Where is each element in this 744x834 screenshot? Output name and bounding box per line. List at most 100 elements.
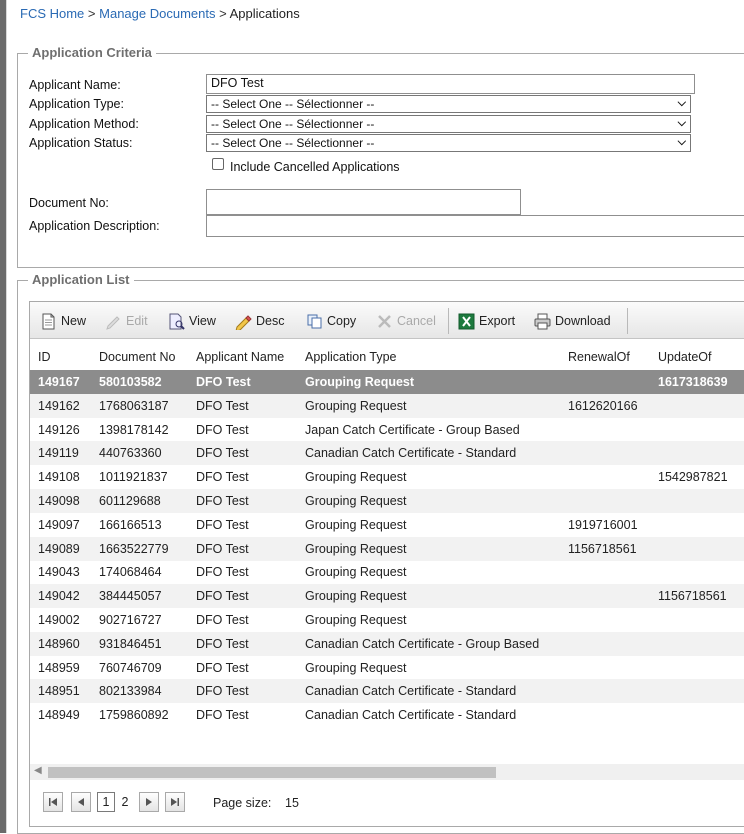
- cell-document-no: 931846451: [99, 636, 162, 651]
- cell-applicant-name: DFO Test: [196, 541, 249, 556]
- cell-applicant-name: DFO Test: [196, 446, 249, 461]
- cell-id: 149089: [38, 541, 80, 556]
- copy-icon: [306, 313, 323, 330]
- table-row[interactable]: 149002 902716727 DFO Test Grouping Request: [30, 608, 744, 632]
- cell-applicant-name: DFO Test: [196, 422, 249, 437]
- cell-application-type: Grouping Request: [305, 541, 407, 556]
- cell-id: 149097: [38, 517, 80, 532]
- cell-document-no: 166166513: [99, 517, 162, 532]
- next-page-button[interactable]: [139, 792, 159, 812]
- previous-page-button[interactable]: [71, 792, 91, 812]
- cell-application-type: Grouping Request: [305, 613, 407, 627]
- grid-toolbar: New Edit View Desc Copy Cancel Export Do…: [30, 302, 744, 339]
- first-page-button[interactable]: [43, 792, 63, 812]
- window-frame-inner: [6, 0, 7, 833]
- cell-id: 149042: [38, 589, 80, 604]
- download-button[interactable]: Download: [534, 312, 611, 330]
- table-row[interactable]: 149119 440763360 DFO Test Canadian Catch Ce…: [30, 441, 744, 466]
- application-criteria-legend: Application Criteria: [28, 45, 156, 60]
- chevron-down-icon: ⌵: [677, 136, 686, 148]
- scroll-left-arrow-icon[interactable]: ◀: [34, 765, 42, 776]
- view-button-label: View: [189, 314, 216, 328]
- application-description-label: Application Description:: [29, 219, 160, 233]
- cell-applicant-name: DFO Test: [196, 684, 249, 699]
- document-no-label: Document No:: [29, 196, 109, 210]
- breadcrumb-fcs-home[interactable]: FCS Home: [20, 6, 84, 21]
- cell-id: 148951: [38, 684, 80, 699]
- table-row[interactable]: 149089 1663522779 DFO Test Grouping Request…: [30, 536, 744, 561]
- column-header-renewal-of[interactable]: RenewalOf: [568, 350, 630, 364]
- view-document-icon: [168, 313, 185, 330]
- cell-application-type: Canadian Catch Certificate - Standard: [305, 446, 517, 461]
- application-type-select[interactable]: -- Select One -- Sélectionner -- ⌵: [206, 95, 691, 113]
- cell-document-no: 760746709: [99, 660, 162, 675]
- horizontal-scrollbar[interactable]: ◀: [30, 764, 744, 780]
- last-page-icon: [171, 798, 179, 806]
- cell-application-type: Grouping Request: [305, 398, 407, 413]
- cell-document-no: 902716727: [99, 613, 162, 627]
- grid-header: ID Document No Applicant Name Applicatio…: [30, 340, 744, 370]
- table-row[interactable]: 149126 1398178142 DFO Test Japan Catch Cert…: [30, 418, 744, 442]
- new-button[interactable]: New: [40, 312, 86, 330]
- table-row[interactable]: 149097 166166513 DFO Test Grouping Request 1…: [30, 513, 744, 537]
- table-row[interactable]: 149098 601129688 DFO Test Grouping Request: [30, 489, 744, 513]
- description-pencil-icon: [235, 313, 252, 332]
- table-row[interactable]: 148959 760746709 DFO Test Grouping Request: [30, 656, 744, 680]
- cell-application-type: Grouping Request: [305, 375, 415, 389]
- cell-id: 148949: [38, 708, 80, 723]
- export-button[interactable]: Export: [458, 312, 515, 330]
- new-document-icon: [40, 313, 57, 330]
- table-row[interactable]: 149108 1011921837 DFO Test Grouping Request…: [30, 465, 744, 489]
- application-grid: New Edit View Desc Copy Cancel Export Do…: [29, 301, 744, 827]
- application-type-label: Application Type:: [29, 97, 124, 111]
- breadcrumb-current: Applications: [229, 6, 300, 21]
- document-no-input[interactable]: [206, 189, 521, 215]
- copy-button[interactable]: Copy: [306, 312, 356, 330]
- include-cancelled-checkbox[interactable]: [212, 158, 224, 170]
- table-row[interactable]: 149162 1768063187 DFO Test Grouping Request…: [30, 393, 744, 418]
- table-row[interactable]: 149167 580103582 DFO Test Grouping Request 1…: [30, 370, 744, 394]
- table-row[interactable]: 149043 174068464 DFO Test Grouping Request: [30, 560, 744, 584]
- column-header-document-no[interactable]: Document No: [99, 350, 175, 364]
- column-header-application-type[interactable]: Application Type: [305, 350, 397, 364]
- application-method-label: Application Method:: [29, 117, 139, 131]
- scrollbar-thumb[interactable]: [48, 767, 496, 778]
- edit-button[interactable]: Edit: [105, 312, 148, 330]
- page-size-value[interactable]: 15: [285, 796, 299, 810]
- cell-renewal-of: 1612620166: [568, 398, 638, 413]
- last-page-button[interactable]: [165, 792, 185, 812]
- view-button[interactable]: View: [168, 312, 216, 330]
- desc-button[interactable]: Desc: [235, 312, 285, 332]
- table-row[interactable]: 148949 1759860892 DFO Test Canadian Catch C…: [30, 703, 744, 727]
- desc-button-label: Desc: [256, 314, 285, 328]
- edit-button-label: Edit: [126, 314, 148, 328]
- cell-applicant-name: DFO Test: [196, 613, 249, 627]
- cell-applicant-name: DFO Test: [196, 660, 249, 675]
- cell-application-type: Grouping Request: [305, 565, 407, 580]
- cell-renewal-of: 1919716001: [568, 517, 638, 532]
- applicant-name-input[interactable]: DFO Test: [206, 74, 695, 94]
- breadcrumb-manage-documents[interactable]: Manage Documents: [99, 6, 215, 21]
- cell-document-no: 802133984: [99, 684, 162, 699]
- excel-icon: [458, 313, 475, 330]
- cell-document-no: 384445057: [99, 589, 162, 604]
- breadcrumb-separator: >: [87, 6, 96, 21]
- cancel-button[interactable]: Cancel: [376, 312, 436, 330]
- table-row[interactable]: 149042 384445057 DFO Test Grouping Request 1…: [30, 584, 744, 609]
- table-row[interactable]: 148951 802133984 DFO Test Canadian Catch Ce…: [30, 679, 744, 704]
- next-page-icon: [146, 798, 152, 806]
- page-number-1[interactable]: 1: [97, 792, 115, 812]
- application-status-select[interactable]: -- Select One -- Sélectionner -- ⌵: [206, 134, 691, 152]
- column-header-applicant-name[interactable]: Applicant Name: [196, 350, 284, 364]
- application-description-input[interactable]: [206, 215, 744, 237]
- toolbar-separator: [448, 308, 449, 334]
- column-header-update-of[interactable]: UpdateOf: [658, 350, 712, 364]
- column-header-id[interactable]: ID: [38, 350, 51, 364]
- include-cancelled-label[interactable]: Include Cancelled Applications: [230, 160, 400, 174]
- table-row[interactable]: 148960 931846451 DFO Test Canadian Catch Ce…: [30, 631, 744, 656]
- application-method-select[interactable]: -- Select One -- Sélectionner -- ⌵: [206, 115, 691, 133]
- page-number-2[interactable]: 2: [116, 792, 134, 812]
- cell-document-no: 1768063187: [99, 398, 169, 413]
- cell-application-type: Grouping Request: [305, 660, 407, 675]
- cell-application-type: Canadian Catch Certificate - Standard: [305, 708, 517, 723]
